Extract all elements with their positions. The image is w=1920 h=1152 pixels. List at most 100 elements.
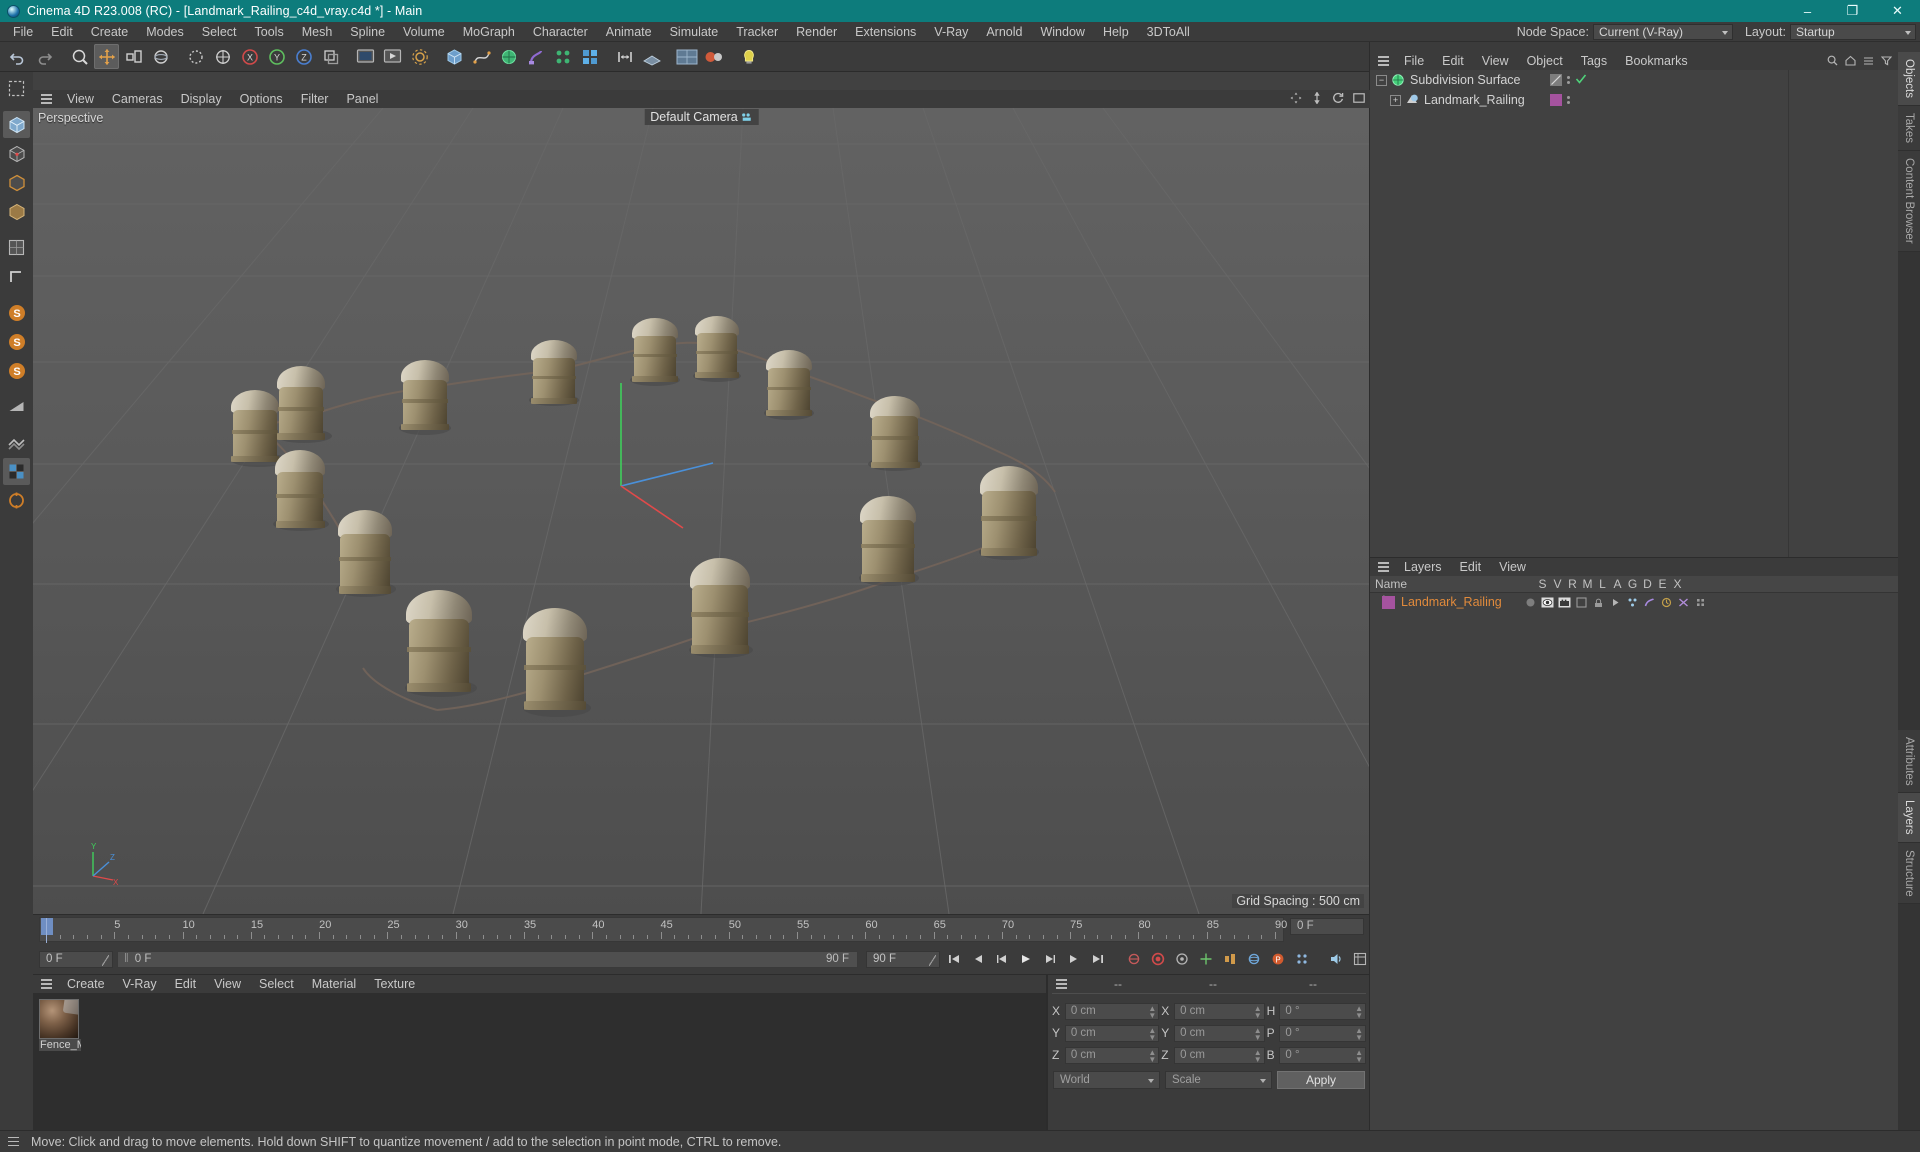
maximize-button[interactable]: ❐	[1830, 0, 1875, 22]
rot-h-spinner[interactable]: ▲ ▼	[1355, 1004, 1363, 1019]
pos-z-field[interactable]: 0 cm ▲ ▼	[1064, 1046, 1160, 1064]
material-list[interactable]: Fence_M	[33, 993, 1047, 1130]
rotate-tool-button[interactable]	[148, 44, 173, 69]
menu-item-3dtoall[interactable]: 3DToAll	[1138, 22, 1199, 42]
viewport-canvas[interactable]: Y Z X	[33, 108, 1370, 914]
timeline-ruler[interactable]: 051015202530354045505560657075808590	[39, 917, 1287, 943]
size-x-field[interactable]: 0 cm ▲ ▼	[1174, 1002, 1265, 1020]
rot-b-spinner[interactable]: ▲ ▼	[1355, 1048, 1363, 1063]
layer-list[interactable]: └ Landmark_Railing	[1370, 593, 1898, 1130]
menu-item-tracker[interactable]: Tracker	[727, 22, 787, 42]
previous-keyframe-button[interactable]	[968, 949, 988, 969]
layout-split-button[interactable]	[612, 44, 637, 69]
bend-deformer-button[interactable]	[523, 44, 548, 69]
maximize-viewport-icon[interactable]	[1353, 92, 1365, 107]
object-enabled-check-icon[interactable]	[1575, 73, 1587, 88]
timeline-settings-button[interactable]	[1350, 949, 1370, 969]
layer-menu-edit[interactable]: Edit	[1451, 557, 1491, 577]
preview-end-field[interactable]: 90 F	[866, 950, 940, 968]
lock-axis-button[interactable]	[183, 44, 208, 69]
size-y-spinner[interactable]: ▲ ▼	[1254, 1026, 1262, 1041]
viewport-layout-button[interactable]	[674, 44, 699, 69]
pos-y-spinner[interactable]: ▲ ▼	[1148, 1026, 1156, 1041]
layer-lock-icon[interactable]	[1592, 596, 1605, 608]
object-menu-tags[interactable]: Tags	[1572, 51, 1616, 71]
object-menu-view[interactable]: View	[1473, 51, 1518, 71]
material-hamburger-icon[interactable]	[38, 975, 55, 993]
edge-mode-button[interactable]	[3, 169, 30, 196]
viewport-menu-view[interactable]: View	[58, 90, 103, 108]
layer-extra-icon[interactable]	[1694, 596, 1707, 608]
menu-item-create[interactable]: Create	[82, 22, 138, 42]
timeline-end-field[interactable]: 0 F	[1290, 918, 1364, 935]
menu-item-render[interactable]: Render	[787, 22, 846, 42]
param-key-button[interactable]: P	[1268, 949, 1288, 969]
menu-item-animate[interactable]: Animate	[597, 22, 661, 42]
viewport-menu-panel[interactable]: Panel	[337, 90, 387, 108]
coordinate-system-select[interactable]: World	[1053, 1071, 1160, 1089]
layer-hamburger-icon[interactable]	[1375, 558, 1392, 576]
scale-key-button[interactable]	[1220, 949, 1240, 969]
layer-deformers-icon[interactable]	[1643, 596, 1656, 608]
undo-button[interactable]	[5, 44, 30, 69]
render-queue-button[interactable]	[380, 44, 405, 69]
size-x-spinner[interactable]: ▲ ▼	[1254, 1004, 1262, 1019]
y-axis-button[interactable]: Y	[264, 44, 289, 69]
render-settings-button[interactable]	[407, 44, 432, 69]
material-menu-edit[interactable]: Edit	[166, 974, 206, 994]
layer-color-swatch[interactable]	[1382, 595, 1395, 609]
vtab-layers[interactable]: Layers	[1898, 793, 1920, 843]
layer-manager-icon[interactable]	[1575, 596, 1588, 608]
layer-menu-view[interactable]: View	[1490, 557, 1535, 577]
pan-icon[interactable]	[1290, 92, 1302, 107]
layer-solo-icon[interactable]	[1524, 596, 1537, 608]
pos-z-spinner[interactable]: ▲ ▼	[1148, 1048, 1156, 1063]
menu-item-character[interactable]: Character	[524, 22, 597, 42]
object-axis-button[interactable]	[318, 44, 343, 69]
array-button[interactable]	[550, 44, 575, 69]
object-manager-hamburger-icon[interactable]	[1375, 52, 1392, 70]
viewport-menu-filter[interactable]: Filter	[292, 90, 338, 108]
viewport[interactable]: View Cameras Display Options Filter Panel	[33, 90, 1370, 914]
minimize-button[interactable]: –	[1785, 0, 1830, 22]
coordinate-mode-select[interactable]: Scale	[1165, 1071, 1272, 1089]
selection-tool-button[interactable]	[3, 75, 30, 102]
texture-grid-button[interactable]	[3, 429, 30, 456]
autokeying-button[interactable]	[1148, 949, 1168, 969]
menu-item-volume[interactable]: Volume	[394, 22, 454, 42]
layer-menu-layers[interactable]: Layers	[1395, 557, 1451, 577]
horizontal-divider-right[interactable]	[1370, 557, 1898, 558]
step-back-button[interactable]	[992, 949, 1012, 969]
poly-mode-button[interactable]	[3, 140, 30, 167]
vtab-content-browser[interactable]: Content Browser	[1898, 151, 1920, 252]
vtab-objects[interactable]: Objects	[1898, 52, 1920, 106]
vtab-takes[interactable]: Takes	[1898, 106, 1920, 152]
layer-row[interactable]: └ Landmark_Railing	[1370, 593, 1898, 611]
object-tag-swatch[interactable]	[1550, 74, 1562, 86]
rot-p-spinner[interactable]: ▲ ▼	[1355, 1026, 1363, 1041]
vertical-divider-bottom[interactable]	[1046, 974, 1047, 1130]
menu-item-tools[interactable]: Tools	[246, 22, 293, 42]
object-row[interactable]: − Subdivision Surface	[1370, 70, 1898, 90]
timeline-playhead[interactable]	[41, 918, 53, 935]
object-menu-edit[interactable]: Edit	[1433, 51, 1473, 71]
node-space-select[interactable]: Current (V-Ray)	[1592, 23, 1733, 40]
sound-button[interactable]	[1326, 949, 1346, 969]
rotate-view-icon[interactable]	[1332, 92, 1344, 107]
coordinates-hamburger-icon[interactable]	[1053, 975, 1070, 993]
menu-item-window[interactable]: Window	[1031, 22, 1093, 42]
home-icon[interactable]	[1845, 54, 1856, 69]
workplane-tilt-button[interactable]	[3, 393, 30, 420]
snap-button-1[interactable]: S	[3, 299, 30, 326]
material-menu-create[interactable]: Create	[58, 974, 114, 994]
vtab-attributes[interactable]: Attributes	[1898, 729, 1920, 794]
next-keyframe-button[interactable]	[1064, 949, 1084, 969]
object-tree[interactable]: − Subdivision Surface + Landmark_Railing	[1370, 70, 1898, 557]
material-menu-material[interactable]: Material	[303, 974, 365, 994]
object-menu-bookmarks[interactable]: Bookmarks	[1616, 51, 1697, 71]
rot-h-field[interactable]: 0 ° ▲ ▼	[1279, 1002, 1367, 1020]
rotation-key-button[interactable]	[1244, 949, 1264, 969]
dolly-icon[interactable]	[1311, 90, 1323, 107]
vtab-structure[interactable]: Structure	[1898, 842, 1920, 905]
close-button[interactable]: ✕	[1875, 0, 1920, 22]
